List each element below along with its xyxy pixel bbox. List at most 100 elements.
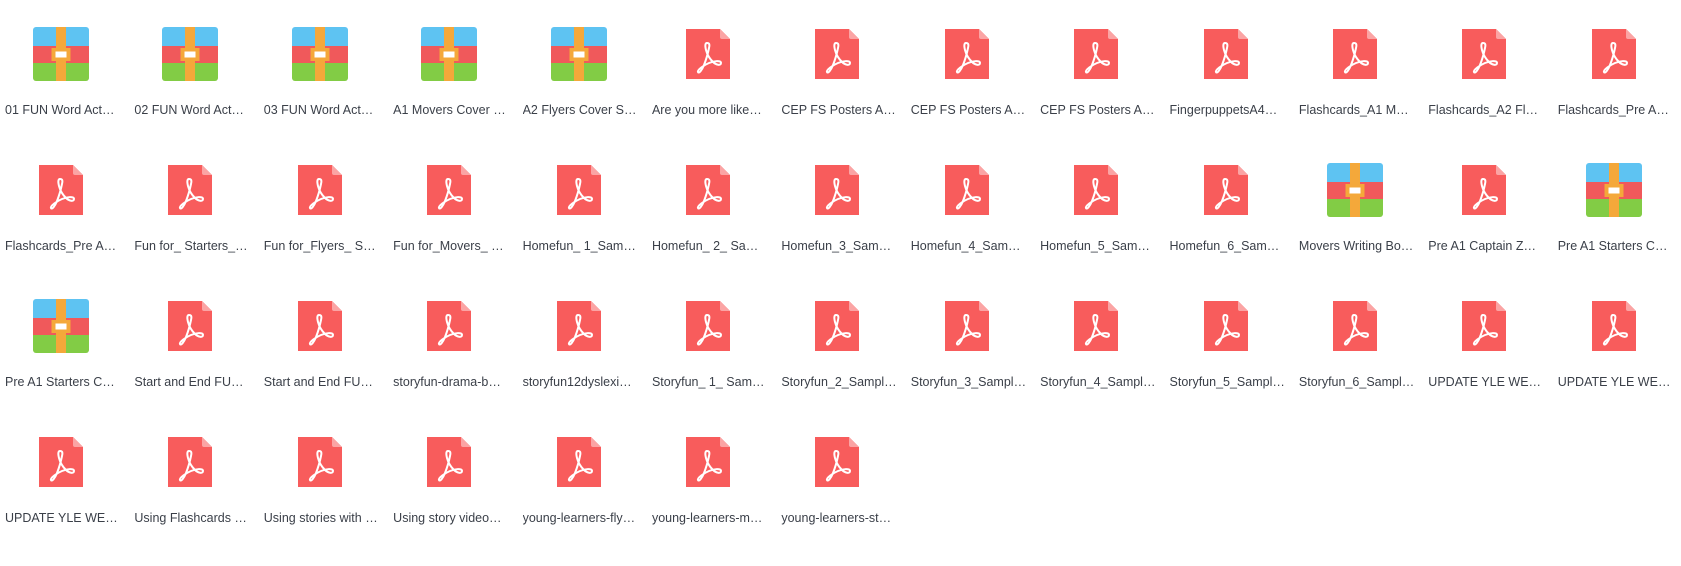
- pdf-icon: [939, 26, 995, 82]
- file-name: CEP FS Posters A…: [1040, 103, 1155, 117]
- file-item[interactable]: UPDATE YLE WE…: [5, 430, 134, 566]
- file-item[interactable]: CEP FS Posters A…: [911, 22, 1040, 158]
- file-item[interactable]: Fun for_ Starters_…: [134, 158, 263, 294]
- file-name: Homefun_5_Sam…: [1040, 239, 1150, 253]
- pdf-icon: [1586, 298, 1642, 354]
- file-item[interactable]: Storyfun_5_Sampl…: [1170, 294, 1299, 430]
- archive-icon: [162, 26, 219, 82]
- file-name: Storyfun_3_Sampl…: [910, 375, 1027, 389]
- file-name: FingerpuppetsA4…: [1169, 103, 1278, 117]
- pdf-icon: [551, 298, 607, 354]
- file-item[interactable]: Flashcards_Pre A…: [1558, 22, 1681, 158]
- file-name: young-learners-fly…: [522, 511, 636, 525]
- file-item[interactable]: Using story video…: [393, 430, 522, 566]
- file-item[interactable]: Homefun_5_Sam…: [1040, 158, 1169, 294]
- file-item[interactable]: Flashcards_A2 Fl…: [1428, 22, 1557, 158]
- pdf-icon: [33, 434, 89, 490]
- pdf-icon: [809, 26, 865, 82]
- pdf-icon: [1327, 298, 1383, 354]
- file-item[interactable]: Fun for_Flyers_ S…: [264, 158, 393, 294]
- file-name: Storyfun_2_Sampl…: [781, 375, 897, 389]
- pdf-icon: [292, 298, 348, 354]
- file-item[interactable]: CEP FS Posters A…: [1040, 22, 1169, 158]
- file-item[interactable]: Pre A1 Starters C…: [5, 294, 134, 430]
- pdf-icon: [1456, 298, 1512, 354]
- pdf-icon: [1068, 162, 1124, 218]
- file-item[interactable]: 03 FUN Word Act…: [264, 22, 393, 158]
- pdf-icon: [162, 298, 218, 354]
- file-item[interactable]: 02 FUN Word Act…: [134, 22, 263, 158]
- file-item[interactable]: UPDATE YLE WE…: [1428, 294, 1557, 430]
- file-name: Pre A1 Starters C…: [1557, 239, 1668, 253]
- file-name: Start and End FU…: [134, 375, 244, 389]
- file-name: 02 FUN Word Act…: [134, 103, 244, 117]
- pdf-icon: [809, 298, 865, 354]
- pdf-icon: [1586, 26, 1642, 82]
- file-item[interactable]: storyfun12dyslexi…: [523, 294, 652, 430]
- file-item[interactable]: Storyfun_4_Sampl…: [1040, 294, 1169, 430]
- file-item[interactable]: A2 Flyers Cover S…: [523, 22, 652, 158]
- file-item[interactable]: Storyfun_2_Sampl…: [781, 294, 910, 430]
- file-name: CEP FS Posters A…: [781, 103, 896, 117]
- file-item[interactable]: Pre A1 Starters C…: [1558, 158, 1681, 294]
- pdf-icon: [162, 434, 218, 490]
- file-item[interactable]: young-learners-fly…: [523, 430, 652, 566]
- file-item[interactable]: Homefun_6_Sam…: [1170, 158, 1299, 294]
- file-name: UPDATE YLE WE…: [1557, 375, 1671, 389]
- file-item[interactable]: Are you more like…: [652, 22, 781, 158]
- file-name: Homefun_3_Sam…: [781, 239, 892, 253]
- archive-icon: [421, 26, 478, 82]
- file-name: Homefun_ 1_Sam…: [522, 239, 636, 253]
- file-name: Movers Writing Bo…: [1298, 239, 1414, 253]
- file-item[interactable]: Homefun_4_Sam…: [911, 158, 1040, 294]
- pdf-icon: [1327, 26, 1383, 82]
- archive-icon: [33, 26, 89, 82]
- pdf-icon: [33, 162, 89, 218]
- file-name: Storyfun_6_Sampl…: [1298, 375, 1415, 389]
- file-item[interactable]: Movers Writing Bo…: [1299, 158, 1428, 294]
- archive-icon: [1326, 162, 1383, 218]
- file-name: storyfun12dyslexi…: [522, 375, 632, 389]
- file-item[interactable]: young-learners-st…: [781, 430, 910, 566]
- file-name: A1 Movers Cover …: [393, 103, 506, 117]
- file-name: Are you more like…: [651, 103, 762, 117]
- pdf-icon: [292, 162, 348, 218]
- file-item[interactable]: Storyfun_6_Sampl…: [1299, 294, 1428, 430]
- file-name: 01 FUN Word Act…: [5, 103, 115, 117]
- file-item[interactable]: Homefun_3_Sam…: [781, 158, 910, 294]
- pdf-icon: [680, 26, 736, 82]
- pdf-icon: [680, 298, 736, 354]
- file-item[interactable]: FingerpuppetsA4…: [1170, 22, 1299, 158]
- file-item[interactable]: Storyfun_3_Sampl…: [911, 294, 1040, 430]
- file-item[interactable]: CEP FS Posters A…: [781, 22, 910, 158]
- file-name: Homefun_4_Sam…: [910, 239, 1021, 253]
- pdf-icon: [1198, 162, 1254, 218]
- file-name: Pre A1 Starters C…: [5, 375, 115, 389]
- file-item[interactable]: Start and End FU…: [264, 294, 393, 430]
- archive-icon: [33, 298, 89, 354]
- file-name: Flashcards_Pre A…: [5, 239, 117, 253]
- file-item[interactable]: Start and End FU…: [134, 294, 263, 430]
- file-item[interactable]: Pre A1 Captain Z…: [1428, 158, 1557, 294]
- pdf-icon: [421, 434, 477, 490]
- file-name: Storyfun_4_Sampl…: [1040, 375, 1156, 389]
- file-item[interactable]: Flashcards_Pre A…: [5, 158, 134, 294]
- file-item[interactable]: storyfun-drama-b…: [393, 294, 522, 430]
- file-item[interactable]: 01 FUN Word Act…: [5, 22, 134, 158]
- file-name: Using Flashcards …: [134, 511, 247, 525]
- file-item[interactable]: Homefun_ 2_ Sa…: [652, 158, 781, 294]
- pdf-icon: [1456, 26, 1512, 82]
- file-item[interactable]: Flashcards_A1 M…: [1299, 22, 1428, 158]
- file-item[interactable]: UPDATE YLE WE…: [1558, 294, 1681, 430]
- file-item[interactable]: Storyfun_ 1_ Sam…: [652, 294, 781, 430]
- file-item[interactable]: Using Flashcards …: [134, 430, 263, 566]
- file-item[interactable]: Using stories with …: [264, 430, 393, 566]
- file-name: Start and End FU…: [263, 375, 373, 389]
- pdf-icon: [939, 162, 995, 218]
- file-name: Fun for_Flyers_ S…: [263, 239, 376, 253]
- file-item[interactable]: young-learners-m…: [652, 430, 781, 566]
- file-item[interactable]: A1 Movers Cover …: [393, 22, 522, 158]
- file-item[interactable]: Fun for_Movers_ …: [393, 158, 522, 294]
- file-grid: 01 FUN Word Act… 02 FUN Word Act… 03 FUN W…: [0, 0, 1681, 553]
- file-item[interactable]: Homefun_ 1_Sam…: [523, 158, 652, 294]
